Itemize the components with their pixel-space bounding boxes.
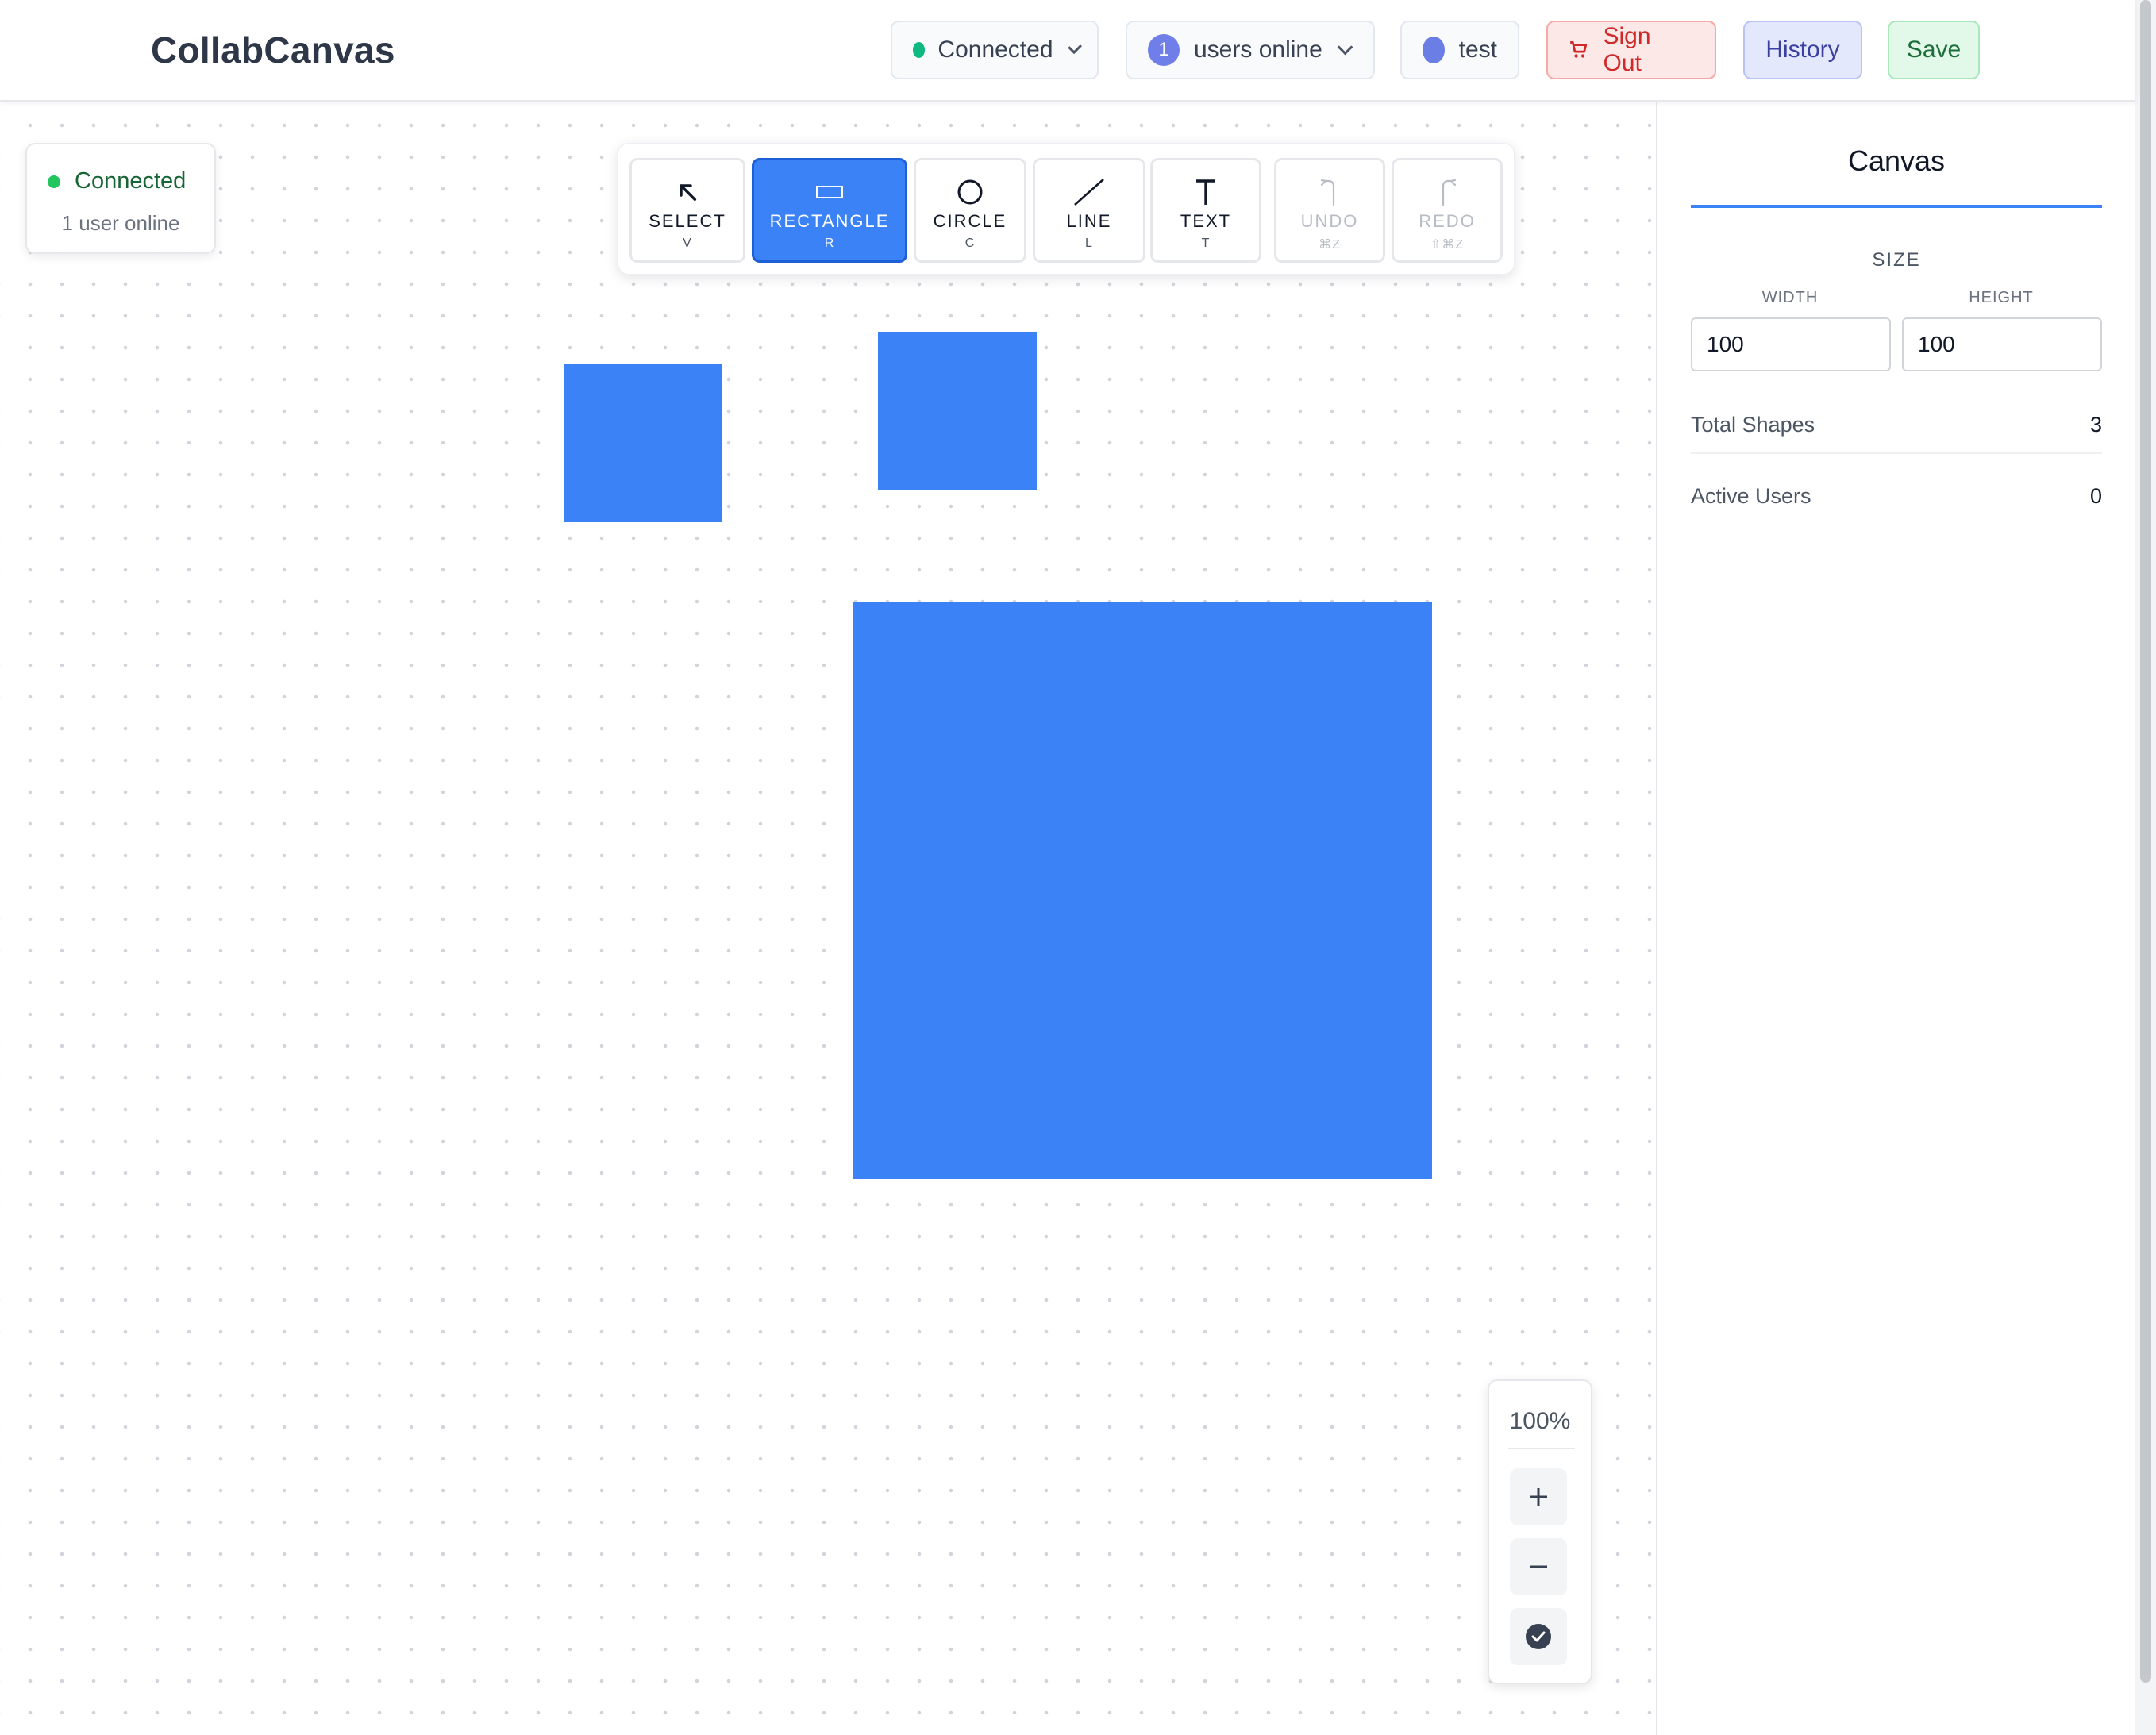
tool-undo-button[interactable]: UNDO ⌘Z: [1274, 158, 1385, 263]
tool-shortcut: V: [683, 237, 692, 250]
cart-icon: [1570, 41, 1588, 58]
tool-redo-button[interactable]: REDO ⇧⌘Z: [1392, 158, 1503, 263]
stat-value: 0: [2089, 483, 2102, 508]
tool-toolbar: SELECT V RECTANGLE R CIRCLE C LINE L TEX…: [618, 143, 1515, 275]
tab-canvas[interactable]: Canvas: [1691, 144, 2102, 208]
zoom-divider: [1508, 1448, 1575, 1449]
connection-status-dot: [913, 42, 926, 58]
text-icon: [1195, 178, 1217, 206]
zoom-out-button[interactable]: [1510, 1538, 1567, 1595]
tool-circle-button[interactable]: CIRCLE C: [914, 158, 1026, 263]
tool-shortcut: ⌘Z: [1319, 238, 1341, 252]
check-circle-icon: [1526, 1624, 1551, 1649]
current-user[interactable]: test: [1400, 21, 1519, 79]
tool-shortcut: R: [824, 237, 835, 250]
tool-line-button[interactable]: LINE L: [1033, 158, 1145, 263]
page-scrollbar[interactable]: [2135, 0, 2156, 1735]
stat-divider: [1691, 452, 2102, 454]
size-section-title: SIZE: [1872, 249, 1921, 271]
stat-label: Active Users: [1691, 483, 1811, 508]
history-label: History: [1765, 37, 1840, 63]
stat-value: 3: [2089, 412, 2102, 437]
tool-label: RECTANGLE: [769, 211, 890, 231]
select-arrow-icon: [675, 178, 700, 206]
tool-label: TEXT: [1180, 211, 1232, 231]
save-label: Save: [1906, 37, 1962, 63]
user-avatar: [1423, 37, 1445, 63]
tool-shortcut: L: [1085, 237, 1093, 250]
plus-icon: [1530, 1488, 1547, 1506]
rectangle-shape[interactable]: [878, 332, 1037, 490]
zoom-controls: 100%: [1488, 1379, 1592, 1684]
properties-sidebar: Canvas SIZE WIDTH HEIGHT Total Shapes 3 …: [1656, 102, 2135, 1735]
app-header: CollabCanvas Connected 1 users online te…: [0, 0, 2135, 102]
history-button[interactable]: History: [1743, 21, 1862, 79]
circle-icon: [957, 178, 984, 206]
tool-label: SELECT: [649, 211, 726, 231]
tool-label: LINE: [1066, 211, 1112, 231]
line-icon: [1073, 178, 1105, 206]
users-online-dropdown[interactable]: 1 users online: [1126, 21, 1375, 79]
scrollbar-thumb[interactable]: [2140, 0, 2151, 1683]
online-dot: [48, 175, 60, 188]
height-input[interactable]: [1902, 317, 2102, 371]
zoom-in-button[interactable]: [1510, 1468, 1567, 1525]
tool-shortcut: C: [964, 237, 976, 250]
presence-status: Connected: [75, 168, 187, 194]
current-user-name: test: [1458, 37, 1497, 63]
minus-icon: [1530, 1565, 1547, 1568]
tool-select-button[interactable]: SELECT V: [629, 158, 745, 263]
height-label: HEIGHT: [1969, 289, 2034, 306]
width-label: WIDTH: [1761, 289, 1819, 306]
chevron-down-icon: [1337, 39, 1353, 56]
rectangle-icon: [815, 178, 844, 206]
zoom-fit-button[interactable]: [1510, 1608, 1567, 1665]
connection-dropdown[interactable]: Connected: [891, 21, 1099, 79]
tool-shortcut: ⇧⌘Z: [1430, 238, 1465, 252]
sign-out-button[interactable]: Sign Out: [1546, 21, 1716, 79]
tool-label: REDO: [1419, 211, 1476, 231]
users-count-badge: 1: [1148, 34, 1180, 66]
tool-label: CIRCLE: [933, 211, 1007, 231]
users-online-label: users online: [1194, 37, 1322, 63]
tool-text-button[interactable]: TEXT T: [1150, 158, 1261, 263]
rectangle-shape[interactable]: [853, 602, 1432, 1179]
presence-status-row: Connected: [48, 168, 186, 194]
presence-card: Connected 1 user online: [25, 143, 216, 254]
zoom-level: 100%: [1509, 1408, 1571, 1434]
rectangle-shape[interactable]: [564, 364, 722, 522]
redo-icon: [1437, 178, 1457, 206]
tool-label: UNDO: [1300, 211, 1359, 231]
width-input[interactable]: [1691, 317, 1891, 371]
sign-out-label: Sign Out: [1603, 23, 1651, 76]
chevron-down-icon: [1067, 40, 1082, 55]
connection-label: Connected: [937, 37, 1053, 63]
app-title: CollabCanvas: [151, 29, 395, 71]
stat-label: Total Shapes: [1691, 412, 1815, 437]
stat-total-shapes: Total Shapes 3: [1691, 397, 2102, 452]
tool-shortcut: T: [1201, 237, 1211, 250]
drawing-canvas[interactable]: [0, 102, 1656, 1735]
undo-icon: [1319, 178, 1340, 206]
save-button[interactable]: Save: [1888, 21, 1980, 79]
tool-rectangle-button[interactable]: RECTANGLE R: [752, 158, 907, 263]
stat-active-users: Active Users 0: [1691, 468, 2102, 524]
presence-users: 1 user online: [61, 211, 180, 235]
